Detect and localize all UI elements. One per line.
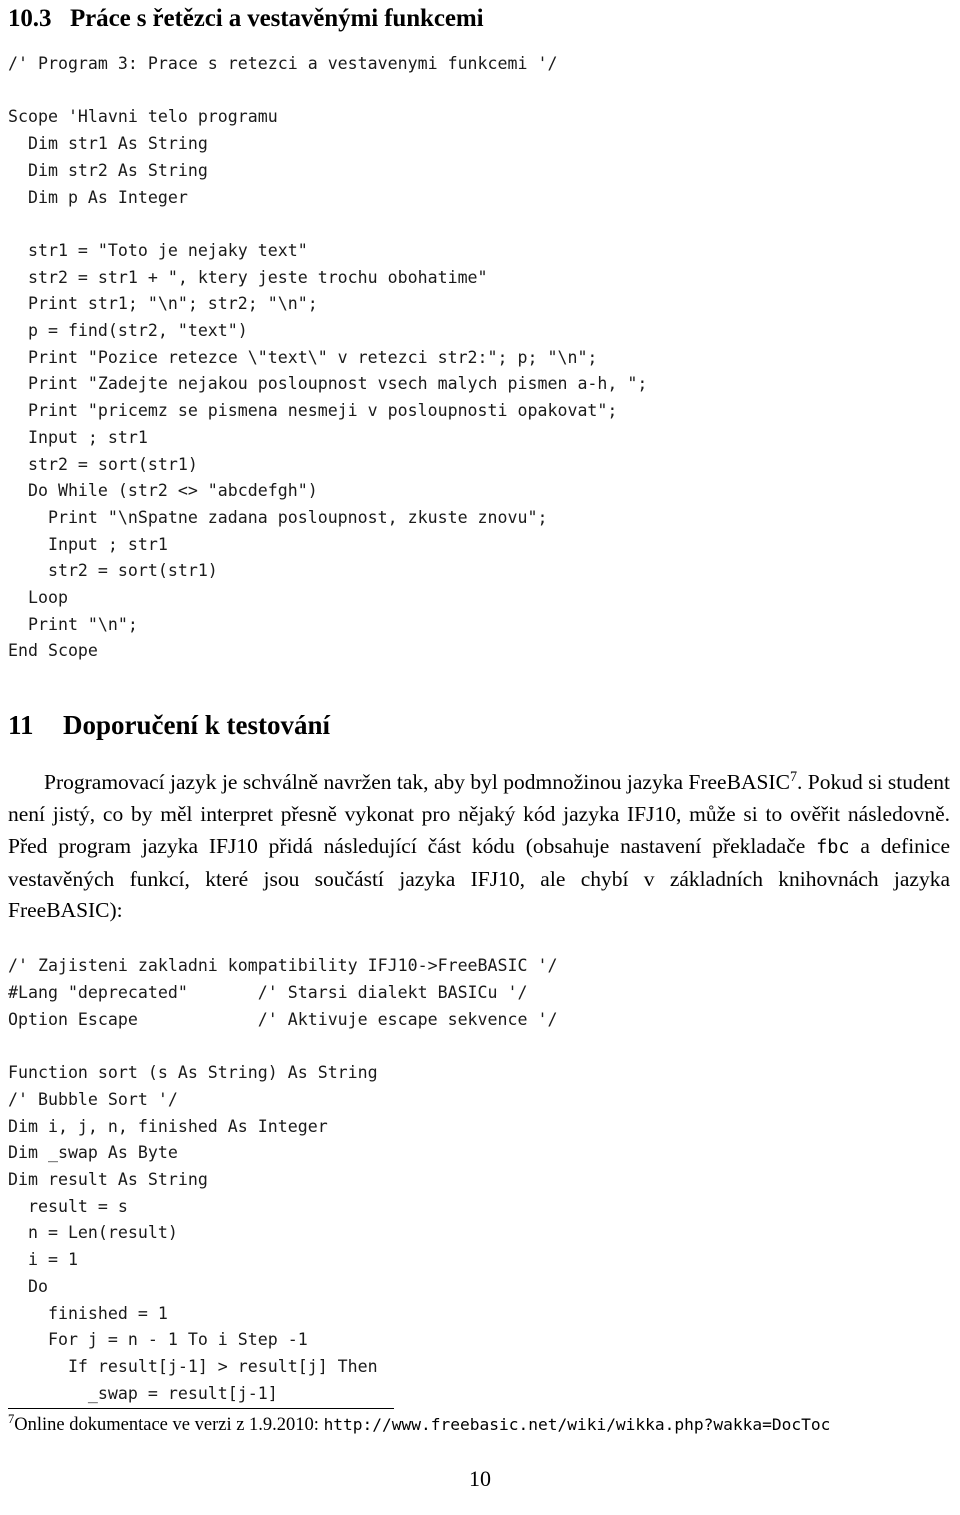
code-block-program-3: /' Program 3: Prace s retezci a vestaven… [8, 54, 648, 661]
footnote-text: Online dokumentace ve verzi z 1.9.2010: [14, 1415, 324, 1435]
footnote-separator-rule [8, 1408, 394, 1409]
code-block-compatibility-header: /' Zajisteni zakladni kompatibility IFJ1… [8, 956, 558, 1029]
footnote-area: 7Online dokumentace ve verzi z 1.9.2010:… [8, 1408, 952, 1436]
section-title-11: Doporučení k testování [63, 710, 331, 741]
section-number-10-3: 10.3 [8, 5, 52, 32]
section-number-11: 11 [8, 710, 34, 741]
document-page: 10.3 Práce s řetězci a vestavěnými funkce… [0, 0, 960, 1515]
code-block-sort-function: Function sort (s As String) As String /'… [8, 1063, 378, 1403]
footnote-7: 7Online dokumentace ve verzi z 1.9.2010:… [8, 1413, 952, 1436]
footnote-reference-7[interactable]: 7 [790, 769, 797, 785]
paragraph-part-1: Programovací jazyk je schválně navržen t… [44, 770, 790, 795]
section-title-10-3: Práce s řetězci a vestavěnými funkcemi [70, 5, 484, 32]
footnote-url[interactable]: http://www.freebasic.net/wiki/wikka.php?… [324, 1415, 831, 1434]
paragraph-testing-recommendation: Programovací jazyk je schválně navržen t… [8, 767, 950, 927]
section-heading-10-3: 10.3 Práce s řetězci a vestavěnými funkce… [8, 0, 950, 34]
section-heading-11: 11 Doporučení k testování [8, 709, 950, 741]
page-number: 10 [469, 1466, 491, 1491]
inline-code-fbc: fbc [816, 836, 850, 858]
